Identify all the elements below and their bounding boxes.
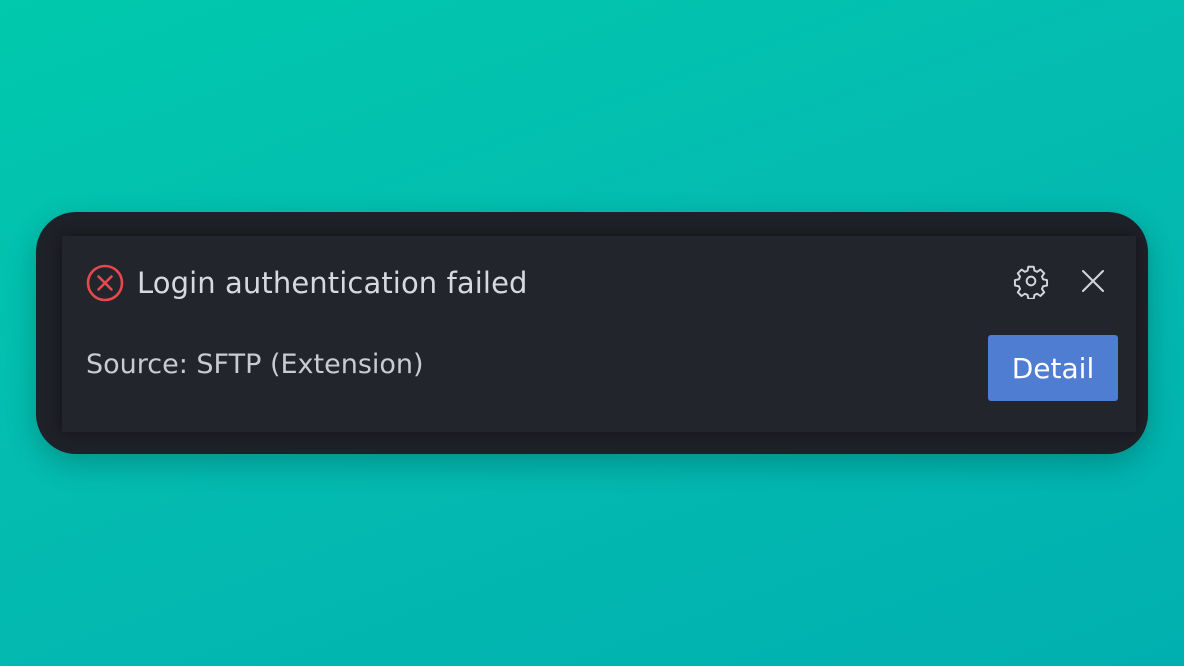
- notification-settings-button[interactable]: [1012, 264, 1050, 302]
- error-circle-icon: [86, 264, 124, 302]
- notification-source: Source: SFTP (Extension): [86, 349, 424, 380]
- notification-header: Login authentication failed: [86, 264, 528, 302]
- notification-close-button[interactable]: [1076, 266, 1110, 300]
- notification-title: Login authentication failed: [137, 266, 528, 300]
- detail-button[interactable]: Detail: [988, 335, 1118, 401]
- close-icon: [1080, 268, 1106, 298]
- notification-toast: Login authentication failed Source: SFTP…: [62, 236, 1136, 432]
- gear-icon: [1013, 263, 1049, 303]
